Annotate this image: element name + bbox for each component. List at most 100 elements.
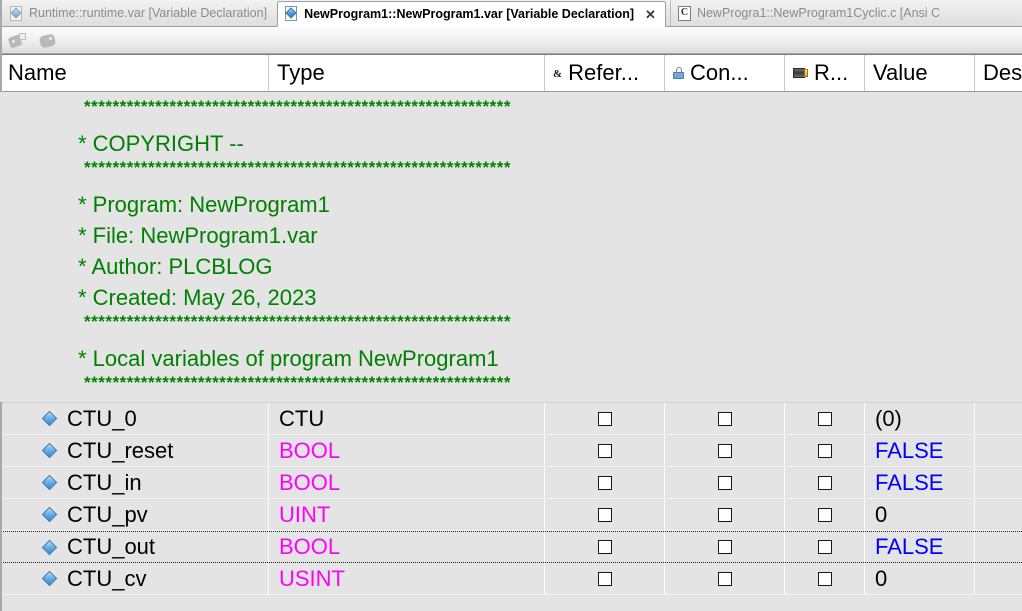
cell-retain-checkbox[interactable] [785,563,865,594]
const-checkbox[interactable] [718,412,732,426]
cell-retain-checkbox[interactable] [785,467,865,498]
variable-diamond-icon [42,475,58,491]
tab-close-icon[interactable]: ✕ [645,8,656,21]
table-row[interactable]: CTU_inBOOL FALSE [0,467,1022,499]
column-header-retain[interactable]: R... [785,55,865,91]
cell-variable-name[interactable]: CTU_pv [0,499,269,530]
cell-variable-description[interactable] [975,435,1022,466]
const-checkbox[interactable] [718,444,732,458]
cell-variable-type[interactable]: UINT [269,499,545,530]
cell-const-checkbox[interactable] [665,563,785,594]
cell-variable-type[interactable]: BOOL [269,435,545,466]
cell-variable-name[interactable]: CTU_cv [0,563,269,594]
ref-checkbox[interactable] [598,476,612,490]
cell-ref-checkbox[interactable] [545,532,665,562]
variable-diamond-icon [42,571,58,587]
cell-variable-description[interactable] [975,403,1022,434]
editor-tab-1[interactable]: NewProgram1::NewProgram1.var [Variable D… [277,1,666,27]
retain-checkbox[interactable] [818,572,832,586]
cell-ref-checkbox[interactable] [545,403,665,434]
table-row[interactable]: CTU_out BOOL FALSE [0,531,1022,563]
ref-checkbox[interactable] [598,412,612,426]
cell-ref-checkbox[interactable] [545,435,665,466]
retain-checkbox[interactable] [818,508,832,522]
const-checkbox[interactable] [718,476,732,490]
cell-variable-value[interactable]: FALSE [865,467,975,498]
variable-rows: CTU_0CTU(0)CTU_resetBOOLFALSECTU_inBOOLF… [0,402,1022,611]
cell-ref-checkbox[interactable] [545,563,665,594]
variable-name-text: CTU_pv [67,502,148,528]
table-row[interactable]: CTU_reset BOOL FALSE [0,435,1022,467]
tab-label: Runtime::runtime.var [Variable Declarati… [29,7,267,20]
cell-variable-description[interactable] [975,499,1022,530]
cell-variable-name[interactable]: CTU_in [0,467,269,498]
cell-variable-description[interactable] [975,532,1022,562]
ref-checkbox[interactable] [598,444,612,458]
cell-variable-type[interactable]: BOOL [269,532,545,562]
cell-retain-checkbox[interactable] [785,435,865,466]
const-checkbox[interactable] [718,540,732,554]
cell-ref-checkbox[interactable] [545,467,665,498]
column-header-label: Value [873,60,928,86]
insert-variable-button[interactable] [36,30,58,50]
ref-checkbox[interactable] [598,508,612,522]
column-header-desc[interactable]: Des [975,55,1022,91]
cell-const-checkbox[interactable] [665,435,785,466]
variable-type-text: BOOL [279,438,340,464]
table-row[interactable]: CTU_cv USINT 0 [0,563,1022,595]
column-header-label: Con... [690,60,749,86]
cell-variable-type[interactable]: USINT [269,563,545,594]
retain-checkbox[interactable] [818,444,832,458]
column-header-name[interactable]: Name [0,55,269,91]
column-header-value[interactable]: Value [865,55,975,91]
retain-checkbox[interactable] [818,540,832,554]
column-header-ref[interactable]: &Refer... [545,55,665,91]
cell-variable-description[interactable] [975,563,1022,594]
variable-type-text: BOOL [279,534,340,560]
column-header-const[interactable]: Con... [665,55,785,91]
cell-retain-checkbox[interactable] [785,499,865,530]
variable-name-text: CTU_reset [67,438,173,464]
cell-variable-type[interactable]: BOOL [269,467,545,498]
comment-line: * Program: NewProgram1 [0,189,1022,220]
cell-variable-description[interactable] [975,467,1022,498]
ref-checkbox[interactable] [598,572,612,586]
cell-const-checkbox[interactable] [665,403,785,434]
comment-line [0,177,1022,189]
variable-value-text: FALSE [875,438,943,464]
const-checkbox[interactable] [718,508,732,522]
cell-const-checkbox[interactable] [665,532,785,562]
variable-name-text: CTU_0 [67,406,137,432]
retain-checkbox[interactable] [818,476,832,490]
ref-checkbox[interactable] [598,540,612,554]
table-row[interactable]: CTU_0 CTU (0) [0,403,1022,435]
retain-checkbox[interactable] [818,412,832,426]
cell-retain-checkbox[interactable] [785,403,865,434]
variable-type-text: USINT [279,566,345,592]
cell-variable-name[interactable]: CTU_0 [0,403,269,434]
lock-icon [673,67,684,79]
column-header-label: R... [814,60,848,86]
editor-tab-2[interactable]: CNewProgra1::NewProgram1Cyclic.c [Ansi C [670,0,950,26]
column-header-type[interactable]: Type [269,55,545,91]
cell-variable-value[interactable]: 0 [865,563,975,594]
cell-const-checkbox[interactable] [665,499,785,530]
tag-plus-icon [9,33,26,48]
variable-type-text: UINT [279,502,330,528]
editor-tab-0[interactable]: Runtime::runtime.var [Variable Declarati… [2,0,277,26]
cell-variable-value[interactable]: FALSE [865,435,975,466]
cell-variable-type[interactable]: CTU [269,403,545,434]
table-row[interactable]: CTU_pv UINT 0 [0,499,1022,531]
const-checkbox[interactable] [718,572,732,586]
cell-variable-value[interactable]: 0 [865,499,975,530]
cell-variable-name[interactable]: CTU_out [0,532,269,562]
cell-variable-name[interactable]: CTU_reset [0,435,269,466]
column-header-label: Type [277,60,325,86]
cell-const-checkbox[interactable] [665,467,785,498]
variable-value-text: 0 [875,566,887,592]
add-variable-button[interactable] [6,30,28,50]
cell-retain-checkbox[interactable] [785,532,865,562]
cell-variable-value[interactable]: FALSE [865,532,975,562]
cell-variable-value[interactable]: (0) [865,403,975,434]
cell-ref-checkbox[interactable] [545,499,665,530]
